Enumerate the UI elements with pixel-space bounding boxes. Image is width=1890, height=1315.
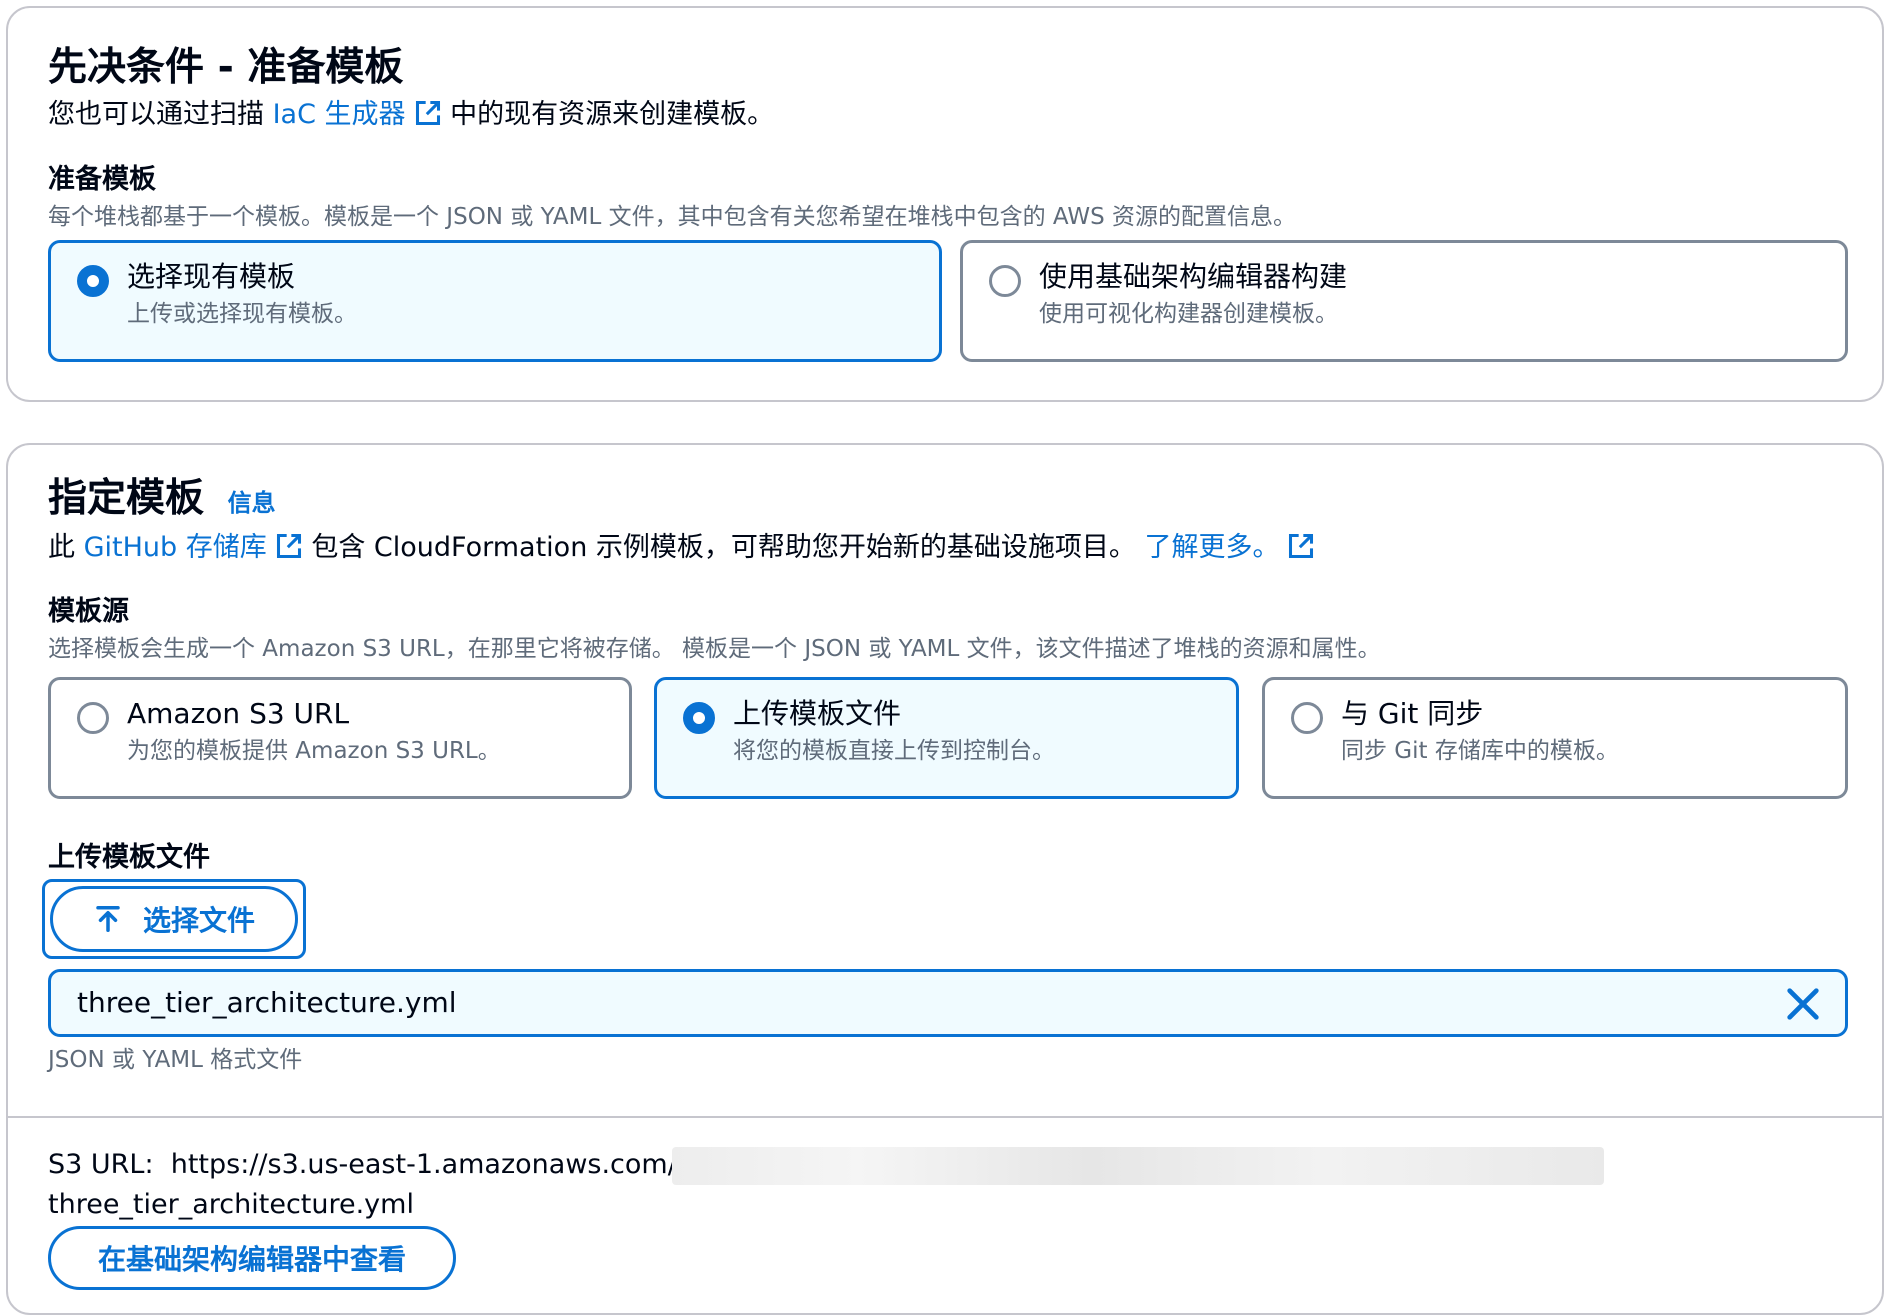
specify-intro: 此 GitHub 存储库 包含 CloudFormation 示例模板，可帮助您… [48, 530, 1315, 566]
option-amazon-s3-url[interactable]: Amazon S3 URL 为您的模板提供 Amazon S3 URL。 [48, 677, 632, 799]
view-in-infrastructure-composer-button[interactable]: 在基础架构编辑器中查看 [48, 1226, 456, 1290]
radio-unselected-icon[interactable] [77, 702, 109, 734]
radio-unselected-icon[interactable] [1291, 702, 1323, 734]
option-title: 上传模板文件 [733, 697, 902, 730]
option-upload-template-file[interactable]: 上传模板文件 将您的模板直接上传到控制台。 [654, 677, 1239, 799]
specify-template-panel: 指定模板 信息 此 GitHub 存储库 包含 CloudFormation 示… [6, 443, 1884, 1315]
close-icon[interactable] [1783, 984, 1823, 1024]
specify-title-text: 指定模板 [48, 476, 205, 521]
upload-arrow-icon [96, 906, 120, 932]
learn-more-link-label: 了解更多。 [1144, 532, 1280, 563]
github-repo-link[interactable]: GitHub 存储库 [84, 532, 303, 563]
github-repo-link-label: GitHub 存储库 [83, 532, 267, 563]
s3-url-value: https://s3.us-east-1.amazonaws.com/ [170, 1149, 677, 1180]
specify-title: 指定模板 信息 [48, 475, 276, 527]
radio-selected-icon[interactable] [683, 702, 715, 734]
external-link-icon [276, 533, 301, 559]
specify-intro-before: 此 [48, 532, 84, 563]
redacted-url-blur [672, 1147, 1604, 1185]
iac-generator-link[interactable]: IaC 生成器 [273, 99, 442, 130]
external-link-icon [1289, 533, 1314, 559]
option-title: Amazon S3 URL [127, 697, 350, 730]
s3-url-label: S3 URL: [48, 1149, 154, 1180]
section-divider [8, 1116, 1882, 1118]
prereq-title: 先决条件 - 准备模板 [48, 45, 404, 90]
choose-file-button[interactable]: 选择文件 [50, 886, 298, 952]
prerequisite-panel: 先决条件 - 准备模板 您也可以通过扫描 IaC 生成器 中的现有资源来创建模板… [6, 6, 1884, 402]
s3-url-line: S3 URL: https://s3.us-east-1.amazonaws.c… [48, 1147, 677, 1183]
s3-url-file: three_tier_architecture.yml [48, 1189, 414, 1220]
option-title: 选择现有模板 [127, 260, 296, 293]
template-source-description: 选择模板会生成一个 Amazon S3 URL，在那里它将被存储。 模板是一个 … [48, 636, 1381, 662]
radio-unselected-icon[interactable] [989, 265, 1021, 297]
selected-file-token: three_tier_architecture.yml [48, 969, 1848, 1037]
prepare-template-label: 准备模板 [48, 164, 156, 195]
info-link[interactable]: 信息 [228, 489, 276, 517]
option-build-with-infrastructure-composer[interactable]: 使用基础架构编辑器构建 使用可视化构建器创建模板。 [960, 240, 1848, 362]
option-description: 同步 Git 存储库中的模板。 [1341, 738, 1619, 764]
external-link-icon [415, 100, 440, 126]
radio-selected-icon[interactable] [77, 265, 109, 297]
selected-file-name: three_tier_architecture.yml [77, 986, 457, 1019]
option-description: 将您的模板直接上传到控制台。 [733, 738, 1055, 764]
option-description: 上传或选择现有模板。 [127, 301, 357, 327]
prereq-intro: 您也可以通过扫描 IaC 生成器 中的现有资源来创建模板。 [48, 97, 774, 133]
option-description: 使用可视化构建器创建模板。 [1039, 301, 1338, 327]
template-source-label: 模板源 [48, 596, 129, 627]
prepare-template-description: 每个堆栈都基于一个模板。模板是一个 JSON 或 YAML 文件，其中包含有关您… [48, 204, 1297, 230]
option-title: 与 Git 同步 [1341, 697, 1484, 730]
upload-template-file-label: 上传模板文件 [48, 842, 210, 873]
iac-generator-link-label: IaC 生成器 [272, 99, 406, 130]
prereq-intro-after: 中的现有资源来创建模板。 [441, 99, 775, 130]
choose-file-button-label: 选择文件 [142, 904, 255, 937]
option-choose-existing-template[interactable]: 选择现有模板 上传或选择现有模板。 [48, 240, 942, 362]
option-description: 为您的模板提供 Amazon S3 URL。 [127, 738, 501, 764]
specify-intro-after: 包含 CloudFormation 示例模板，可帮助您开始新的基础设施项目。 [302, 532, 1145, 563]
option-sync-with-git[interactable]: 与 Git 同步 同步 Git 存储库中的模板。 [1262, 677, 1848, 799]
learn-more-link[interactable]: 了解更多。 [1144, 532, 1315, 563]
option-title: 使用基础架构编辑器构建 [1039, 260, 1348, 293]
file-format-hint: JSON 或 YAML 格式文件 [48, 1047, 303, 1073]
prereq-intro-before: 您也可以通过扫描 [48, 99, 273, 130]
